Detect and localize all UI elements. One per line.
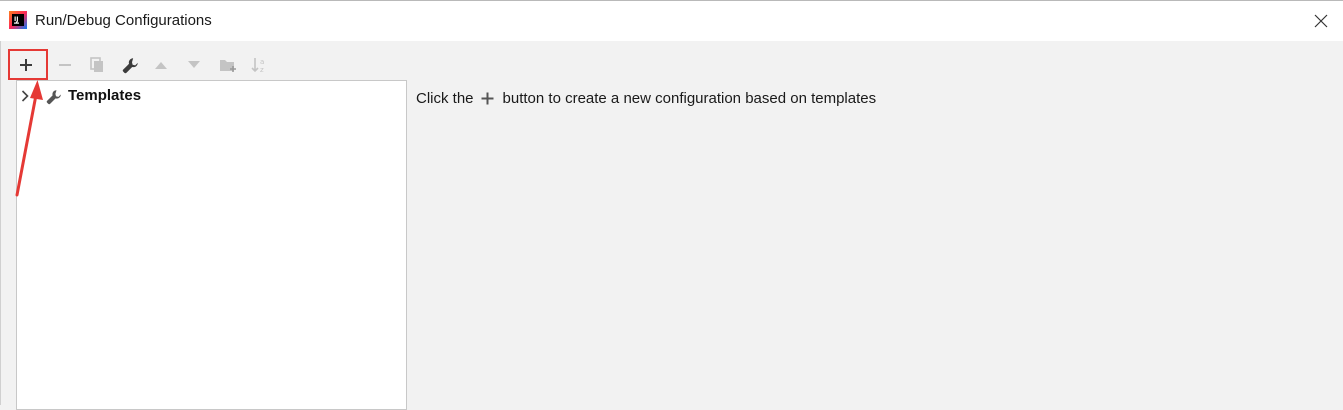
hint-text-after: button to create a new configuration bas… — [502, 90, 877, 107]
sort-az-icon: a z — [251, 58, 264, 74]
copy-icon — [90, 57, 103, 72]
move-down-button[interactable] — [180, 50, 208, 80]
svg-text:IJ: IJ — [14, 16, 18, 23]
window-title: Run/Debug Configurations — [35, 12, 212, 29]
configurations-toolbar: a z — [8, 50, 298, 80]
configurations-tree: Templates — [16, 80, 407, 410]
folder-add-icon — [220, 60, 236, 72]
sort-button[interactable]: a z — [246, 50, 274, 80]
empty-state-hint: Click the button to create a new configu… — [416, 90, 876, 107]
title-bar: IJ Run/Debug Configurations — [0, 0, 1343, 41]
tree-item-templates[interactable]: Templates — [17, 85, 406, 107]
svg-text:z: z — [260, 66, 264, 74]
wrench-icon — [122, 57, 138, 73]
remove-button[interactable] — [51, 50, 79, 80]
new-folder-button[interactable] — [214, 50, 242, 80]
hint-text-before: Click the — [416, 90, 474, 107]
tree-item-label: Templates — [68, 87, 142, 104]
copy-button[interactable] — [83, 50, 111, 80]
edit-templates-button[interactable] — [116, 50, 144, 80]
intellij-idea-icon: IJ — [9, 11, 27, 29]
move-up-button[interactable] — [147, 50, 175, 80]
chevron-right-icon[interactable] — [21, 90, 29, 102]
plus-icon — [481, 92, 494, 105]
triangle-down-icon — [188, 61, 200, 68]
wrench-icon — [46, 90, 61, 105]
add-button-highlight — [8, 49, 48, 80]
svg-text:a: a — [260, 58, 264, 66]
triangle-up-icon — [155, 62, 167, 69]
minus-icon — [59, 64, 71, 66]
close-button[interactable] — [1308, 8, 1334, 34]
window-left-border — [0, 41, 1, 405]
close-icon — [1314, 14, 1328, 28]
